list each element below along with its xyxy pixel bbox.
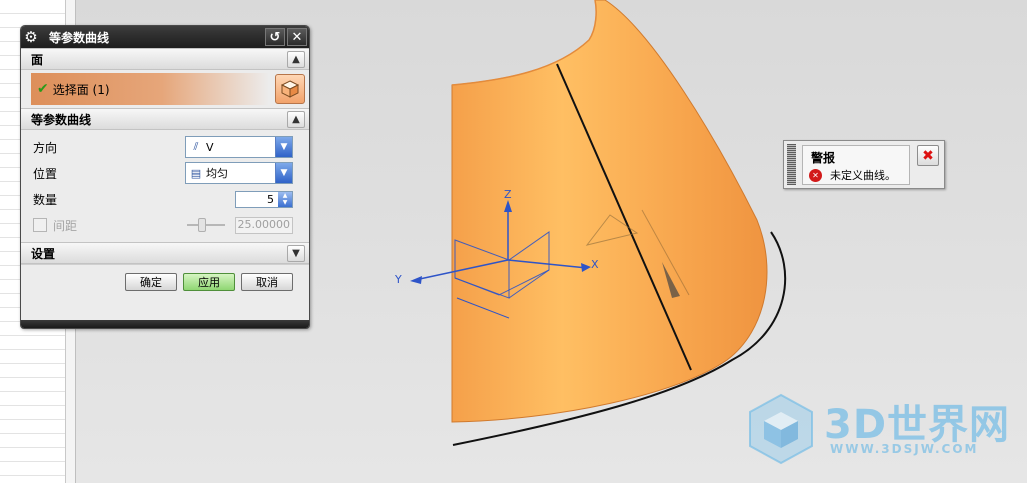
spacing-field[interactable]: 25.00000 (235, 216, 293, 234)
close-icon: ✖ (922, 147, 934, 164)
curve-section-header[interactable]: 等参数曲线 ▲ (21, 108, 309, 130)
apply-button[interactable]: 应用 (183, 272, 235, 291)
watermark-url: WWW.3DSJW.COM (830, 442, 979, 456)
gear-icon[interactable]: ⚙ (21, 26, 41, 48)
direction-icon: ⫽ (193, 140, 199, 153)
direction-label: 方向 (33, 140, 58, 155)
alert-message-row: ✕ 未定义曲线。 (809, 167, 896, 183)
dialog-footer (21, 320, 309, 328)
cancel-button[interactable]: 取消 (241, 272, 293, 291)
watermark: 3D世界网 WWW.3DSJW.COM (746, 390, 1016, 468)
axis-x-label: X (591, 258, 599, 271)
count-stepper[interactable]: 5 ▲ ▼ (235, 190, 293, 208)
select-face-field[interactable]: ✔ 选择面 (1) (31, 73, 269, 105)
position-select[interactable]: ▤ 均匀 ▼ (185, 162, 293, 184)
alert-close-button[interactable]: ✖ (917, 145, 939, 166)
face-selection-button[interactable] (275, 74, 305, 104)
ok-button[interactable]: 确定 (125, 272, 177, 291)
direction-value: V (206, 140, 214, 154)
cone-surface[interactable] (451, 0, 768, 423)
settings-section-header[interactable]: 设置 ▼ (21, 242, 309, 264)
chevron-down-icon[interactable]: ▼ (275, 163, 292, 183)
chevron-down-icon[interactable]: ▼ (287, 245, 305, 262)
position-value: 均匀 (206, 167, 228, 180)
dialog-buttons: 确定 应用 取消 (21, 264, 309, 298)
select-face-row: ✔ 选择面 (1) (21, 70, 309, 108)
count-label: 数量 (33, 192, 58, 207)
isoparametric-curve-dialog: ⚙ 等参数曲线 ↺ ✕ 面 ▲ ✔ 选择面 (1) 等参数曲线 ▲ 方向 ⫽ V… (20, 25, 310, 329)
dialog-titlebar[interactable]: ⚙ 等参数曲线 ↺ ✕ (21, 26, 309, 48)
alert-message: 未定义曲线。 (830, 169, 896, 182)
alert-body: 警报 ✕ 未定义曲线。 (802, 145, 910, 185)
cube-icon (280, 80, 300, 98)
direction-select[interactable]: ⫽ V ▼ (185, 136, 293, 158)
face-section-header[interactable]: 面 ▲ (21, 48, 309, 70)
spacing-row: 间距 25.00000 (21, 212, 309, 238)
alert-title: 警报 (811, 151, 836, 165)
chevron-up-icon[interactable]: ▲ (287, 111, 305, 128)
spacing-label: 间距 (53, 218, 78, 233)
axis-z-label: Z (504, 188, 512, 201)
error-icon: ✕ (809, 168, 822, 182)
count-row: 数量 5 ▲ ▼ (21, 186, 309, 212)
select-face-label: 选择面 (1) (52, 82, 110, 97)
axis-y-label: Y (394, 273, 402, 286)
watermark-cube-logo (749, 393, 813, 465)
spacing-checkbox[interactable] (33, 218, 47, 232)
chevron-down-icon[interactable]: ▼ (275, 137, 292, 157)
direction-row: 方向 ⫽ V ▼ (21, 134, 309, 160)
reset-icon[interactable]: ↺ (265, 28, 285, 46)
count-value: 5 (267, 192, 274, 206)
chevron-up-icon[interactable]: ▲ (287, 51, 305, 68)
drag-handle[interactable] (787, 144, 796, 185)
position-row: 位置 ▤ 均匀 ▼ (21, 160, 309, 186)
curve-section-title: 等参数曲线 (31, 112, 92, 127)
settings-section-title: 设置 (31, 246, 56, 261)
uniform-icon: ▤ (190, 166, 202, 180)
alert-popup: 警报 ✕ 未定义曲线。 ✖ (783, 140, 945, 189)
spacing-slider[interactable] (187, 218, 225, 232)
stepper-arrows-icon[interactable]: ▲ ▼ (278, 191, 292, 207)
position-label: 位置 (33, 166, 58, 181)
face-section-title: 面 (31, 52, 44, 67)
close-icon[interactable]: ✕ (287, 28, 307, 46)
check-icon: ✔ (37, 81, 49, 97)
dialog-title: 等参数曲线 (49, 30, 110, 45)
